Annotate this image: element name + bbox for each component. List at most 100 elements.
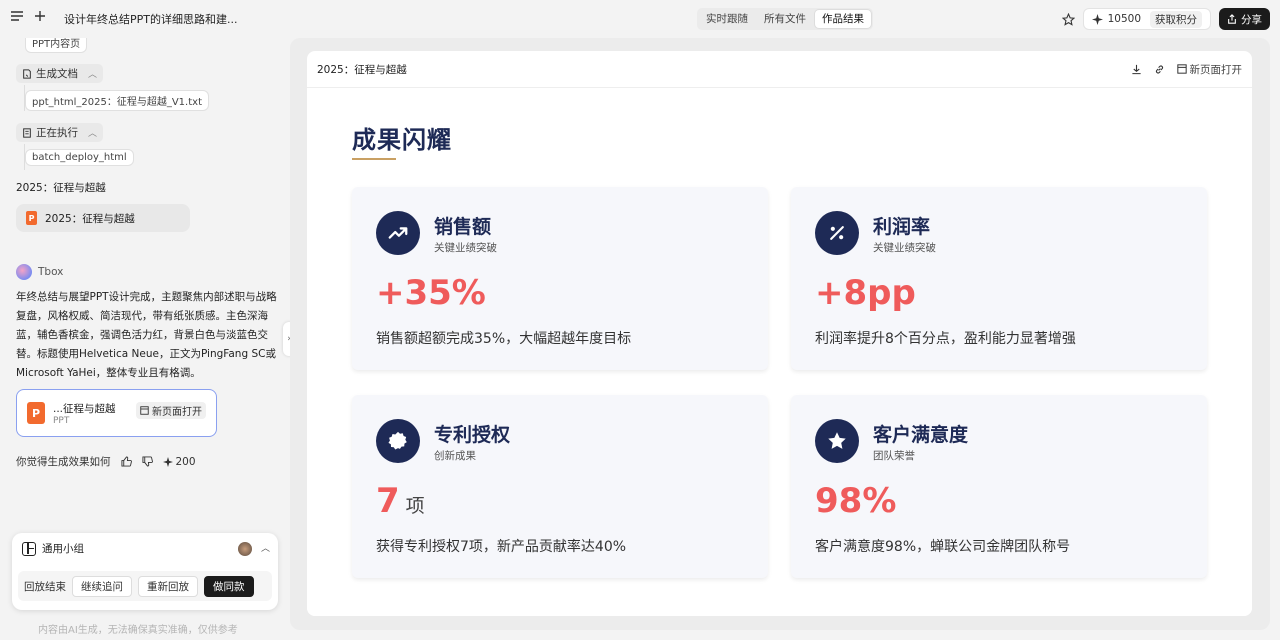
chevron-up-icon[interactable]: ︿	[88, 126, 97, 139]
share-button[interactable]: 分享	[1219, 8, 1270, 30]
get-credits-button[interactable]: 获取积分	[1150, 10, 1202, 28]
download-icon[interactable]	[1131, 64, 1142, 75]
bot-avatar	[16, 264, 32, 280]
step-running[interactable]: 正在执行 ︿	[16, 123, 104, 142]
thumbs-up-icon[interactable]	[120, 456, 132, 467]
ppt-card-name: ...征程与超越	[53, 402, 116, 415]
step-generate-doc[interactable]: 生成文档 ︿	[16, 64, 104, 83]
credits-count: 10500	[1107, 13, 1141, 25]
kpi-description: 获得专利授权7项，新产品贡献率达40%	[376, 539, 627, 555]
sparkle-icon	[162, 456, 173, 467]
share-label: 分享	[1241, 13, 1262, 26]
slide: 成果闪耀 销售额 关键业绩突破 +35% 销售额超额完成35%，大幅超越年度目标…	[307, 88, 1252, 616]
make-same-button[interactable]: 做同款	[204, 575, 254, 597]
viewer-header: 2025：征程与超越 新页面打开	[307, 51, 1252, 88]
ppt-icon: P	[26, 211, 37, 225]
feedback-credits-value: 200	[175, 455, 196, 468]
top-bar: 设计年终总结PPT的详细思路和建... 实时跟随 所有文件 作品结果 10500…	[0, 0, 1280, 38]
bot-header: Tbox	[16, 264, 63, 280]
viewer-title: 2025：征程与超越	[317, 63, 407, 76]
step-generate-label: 生成文档	[36, 68, 78, 80]
task-chip-ppt-content[interactable]: PPT内容页	[25, 38, 88, 53]
open-new-page-button[interactable]: 新页面打开	[1176, 62, 1243, 77]
open-window-icon	[140, 406, 149, 415]
kpi-subtitle: 创新成果	[434, 450, 476, 462]
ppt-file-name: 2025：征程与超越	[45, 212, 135, 225]
menu-icon[interactable]	[10, 10, 24, 22]
replay-status: 回放结束	[24, 580, 66, 593]
kpi-card-profit-margin: 利润率 关键业绩突破 +8pp 利润率提升8个百分点，盈利能力显著增强	[791, 187, 1207, 370]
feedback-row: 你觉得生成效果如何 200	[16, 454, 196, 469]
replay-panel: 通用小组 ︿ 回放结束 继续追问 重新回放 做同款	[12, 533, 278, 610]
link-icon[interactable]	[1154, 64, 1165, 75]
running-icon	[23, 127, 31, 138]
kpi-name: 客户满意度	[873, 424, 969, 446]
kpi-value-number: 98%	[815, 481, 897, 521]
kpi-subtitle: 关键业绩突破	[434, 242, 497, 254]
ppt-viewer: 2025：征程与超越 新页面打开 成果闪耀 销售额 关键业绩突破 +35% 销售…	[307, 51, 1252, 616]
kpi-unit: 项	[405, 495, 425, 517]
tab-live-follow[interactable]: 实时跟随	[699, 10, 755, 28]
chevron-up-icon[interactable]: ︿	[261, 541, 270, 554]
ai-disclaimer: 内容由AI生成，无法确保真实准确，仅供参考	[38, 625, 238, 636]
chevron-up-icon[interactable]: ︿	[88, 67, 97, 80]
ppt-card-type: PPT	[53, 415, 70, 426]
top-left-controls	[10, 10, 46, 22]
kpi-value: +8pp	[815, 273, 916, 313]
group-icon	[22, 541, 36, 556]
open-new-page-label: 新页面打开	[152, 407, 202, 418]
generated-file-chip[interactable]: ppt_html_2025：征程与超越_V1.txt	[25, 90, 209, 111]
credits-pill: 10500 获取积分	[1082, 8, 1211, 30]
user-avatar[interactable]	[238, 542, 252, 556]
ppt-result-card[interactable]: P ...征程与超越 PPT 新页面打开	[16, 389, 217, 437]
heading-underline	[352, 158, 396, 160]
replay-again-button[interactable]: 重新回放	[138, 575, 198, 597]
slide-heading: 成果闪耀	[352, 126, 452, 154]
open-new-page-button[interactable]: 新页面打开	[136, 402, 206, 419]
kpi-name: 销售额	[434, 216, 492, 238]
share-icon	[1228, 14, 1236, 24]
replay-actions: 回放结束 继续追问 重新回放 做同款	[18, 571, 272, 601]
ppt-file-item[interactable]: P 2025：征程与超越	[16, 204, 190, 232]
running-task-chip[interactable]: batch_deploy_html	[25, 149, 134, 166]
new-chat-icon[interactable]	[34, 10, 46, 22]
kpi-card-satisfaction: 客户满意度 团队荣誉 98% 客户满意度98%，蝉联公司金牌团队称号	[791, 395, 1207, 578]
kpi-name: 利润率	[873, 216, 931, 238]
percent-icon	[815, 211, 859, 255]
group-selector[interactable]: 通用小组	[22, 541, 84, 556]
ppt-card-text: ...征程与超越 PPT	[45, 401, 116, 426]
favorite-star-icon[interactable]	[1061, 12, 1075, 26]
ppt-icon: P	[27, 402, 45, 424]
viewer-tools: 新页面打开	[1131, 62, 1243, 77]
kpi-card-patents: 专利授权 创新成果 7项 获得专利授权7项，新产品贡献率达40%	[352, 395, 768, 578]
kpi-subtitle: 关键业绩突破	[873, 242, 936, 254]
document-title[interactable]: 设计年终总结PPT的详细思路和建...	[64, 11, 237, 27]
group-name: 通用小组	[42, 543, 84, 555]
continue-ask-button[interactable]: 继续追问	[72, 575, 132, 597]
star-icon	[815, 419, 859, 463]
kpi-card-sales: 销售额 关键业绩突破 +35% 销售额超额完成35%，大幅超越年度目标	[352, 187, 768, 370]
bot-name: Tbox	[38, 266, 64, 278]
chat-panel: PPT内容页 生成文档 ︿ ppt_html_2025：征程与超越_V1.txt…	[0, 38, 290, 640]
tab-results[interactable]: 作品结果	[815, 10, 871, 28]
open-new-page-label: 新页面打开	[1189, 63, 1243, 76]
kpi-value-number: 7	[376, 481, 400, 521]
tab-all-files[interactable]: 所有文件	[757, 10, 813, 28]
kpi-value: +35%	[376, 273, 486, 313]
kpi-value: 98%	[815, 481, 896, 521]
sparkle-icon	[1091, 13, 1103, 25]
kpi-name: 专利授权	[434, 424, 511, 446]
certificate-icon	[376, 419, 420, 463]
feedback-credits: 200	[162, 455, 196, 468]
trending-up-icon	[376, 211, 420, 255]
thumbs-down-icon[interactable]	[141, 456, 153, 467]
kpi-description: 利润率提升8个百分点，盈利能力显著增强	[815, 331, 1076, 347]
step-running-label: 正在执行	[36, 127, 78, 139]
kpi-subtitle: 团队荣誉	[873, 450, 915, 462]
top-right-controls: 10500 获取积分 分享	[1061, 8, 1270, 30]
kpi-description: 客户满意度98%，蝉联公司金牌团队称号	[815, 539, 1071, 555]
open-window-icon	[1176, 64, 1187, 74]
kpi-description: 销售额超额完成35%，大幅超越年度目标	[376, 331, 632, 347]
document-icon	[23, 68, 31, 79]
kpi-value-number: +35%	[376, 273, 486, 313]
